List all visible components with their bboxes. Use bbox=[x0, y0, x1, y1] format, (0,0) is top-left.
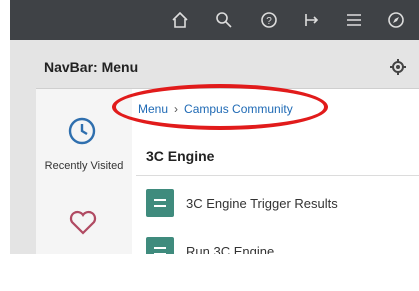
home-icon[interactable] bbox=[170, 10, 190, 30]
menu-item-trigger-results[interactable]: 3C Engine Trigger Results bbox=[146, 189, 338, 217]
help-icon[interactable]: ? bbox=[259, 10, 279, 30]
search-icon[interactable] bbox=[214, 10, 234, 30]
recently-visited-label[interactable]: Recently Visited bbox=[40, 160, 128, 172]
svg-text:?: ? bbox=[266, 16, 272, 27]
clock-icon[interactable] bbox=[67, 116, 97, 146]
section-title: 3C Engine bbox=[146, 148, 215, 164]
menu-item-label: 3C Engine Trigger Results bbox=[186, 195, 338, 211]
heart-icon[interactable] bbox=[69, 210, 97, 236]
gear-icon[interactable] bbox=[390, 59, 406, 75]
red-annotation-ellipse bbox=[112, 84, 328, 130]
actions-menu-icon[interactable] bbox=[344, 10, 364, 30]
navbar-title: NavBar: Menu bbox=[44, 59, 139, 75]
signout-icon[interactable] bbox=[302, 10, 322, 30]
navbar-compass-icon[interactable] bbox=[386, 10, 406, 30]
screenshot-crop-edge bbox=[0, 254, 419, 291]
list-icon bbox=[146, 189, 174, 217]
section-divider bbox=[136, 175, 419, 176]
